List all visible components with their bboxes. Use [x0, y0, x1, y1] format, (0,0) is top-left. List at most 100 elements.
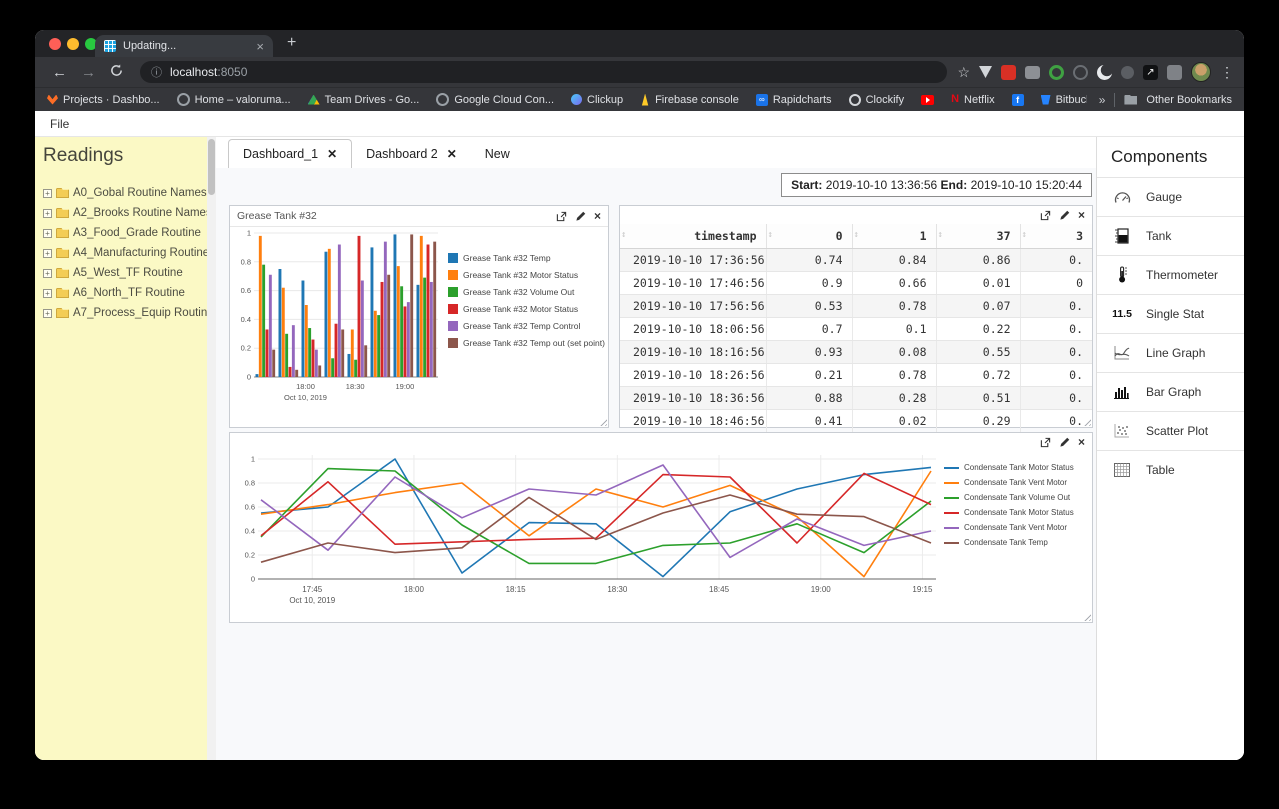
forward-icon[interactable]: → [81, 65, 96, 80]
sidebar-scrollbar[interactable] [207, 137, 216, 760]
legend-item[interactable]: Condensate Tank Motor Status [944, 508, 1074, 517]
sidebar-scrollbar-thumb[interactable] [208, 139, 215, 195]
legend-item[interactable]: Grease Tank #32 Motor Status [448, 304, 605, 314]
legend-item[interactable]: Condensate Tank Volume Out [944, 493, 1074, 502]
extension-info-icon[interactable] [1073, 64, 1088, 80]
bookmark-item[interactable]: Projects · Dashbo... [47, 94, 160, 106]
tab-close-icon[interactable]: × [256, 40, 264, 53]
sort-icon[interactable]: ↕ [621, 230, 626, 240]
column-header[interactable]: ↕ timestamp [620, 224, 767, 249]
kebab-menu-icon[interactable]: ⋮ [1220, 64, 1234, 81]
component-item-table[interactable]: Table [1097, 450, 1244, 489]
edit-icon[interactable] [575, 211, 586, 222]
tree-item[interactable]: + A3_Food_Grade Routine [43, 223, 204, 243]
expand-icon[interactable]: + [43, 248, 52, 258]
legend-item[interactable]: Condensate Tank Temp [944, 538, 1074, 547]
address-bar[interactable]: ⓘ localhost :8050 [140, 61, 948, 83]
table-row[interactable]: 2019-10-10 17:46:56 0.9 0.66 0.01 0 [620, 271, 1092, 295]
table-row[interactable]: 2019-10-10 18:36:56 0.88 0.28 0.51 0. [620, 386, 1092, 410]
edit-icon[interactable] [1059, 210, 1070, 221]
column-header[interactable]: ↕ 1 [852, 224, 937, 249]
tree-item[interactable]: + A5_West_TF Routine [43, 263, 204, 283]
refresh-icon[interactable] [110, 64, 123, 80]
component-item-line-graph[interactable]: Line Graph [1097, 333, 1244, 372]
expand-icon[interactable]: + [43, 288, 52, 298]
site-info-icon[interactable]: ⓘ [151, 64, 162, 80]
extension-red-icon[interactable] [1001, 64, 1016, 80]
bookmark-item[interactable]: Home – valoruma... [176, 93, 291, 106]
sort-icon[interactable]: ↕ [938, 230, 943, 240]
bookmark-item[interactable]: Clockify [848, 93, 904, 106]
component-item-gauge[interactable]: Gauge [1097, 177, 1244, 216]
back-icon[interactable]: ← [52, 65, 67, 80]
open-icon[interactable] [1040, 210, 1051, 221]
tree-item[interactable]: + A2_Brooks Routine Names [43, 203, 212, 223]
expand-icon[interactable]: + [43, 228, 52, 238]
close-icon[interactable]: × [1078, 209, 1085, 221]
expand-icon[interactable]: + [43, 208, 52, 218]
component-item-tank[interactable]: Tank [1097, 216, 1244, 255]
bookmark-item[interactable]: Clickup [571, 94, 623, 106]
legend-item[interactable]: Condensate Tank Motor Status [944, 463, 1074, 472]
table-row[interactable]: 2019-10-10 18:06:56 0.7 0.1 0.22 0. [620, 317, 1092, 341]
close-window-button[interactable] [49, 38, 61, 50]
table-row[interactable]: 2019-10-10 17:56:56 0.53 0.78 0.07 0. [620, 294, 1092, 318]
table-row[interactable]: 2019-10-10 18:26:56 0.21 0.78 0.72 0. [620, 363, 1092, 387]
tree-item[interactable]: + A0_Gobal Routine Names [43, 183, 207, 203]
bookmark-item[interactable]: f [1011, 93, 1024, 106]
new-tab-button[interactable]: + [287, 34, 296, 52]
component-item-scatter-plot[interactable]: Scatter Plot [1097, 411, 1244, 450]
resize-handle[interactable] [1082, 612, 1091, 621]
expand-icon[interactable]: + [43, 268, 52, 278]
legend-item[interactable]: Grease Tank #32 Volume Out [448, 287, 605, 297]
component-item-bar-graph[interactable]: Bar Graph [1097, 372, 1244, 411]
edit-icon[interactable] [1059, 437, 1070, 448]
open-icon[interactable] [556, 211, 567, 222]
bookmark-star-icon[interactable]: ☆ [957, 64, 970, 81]
bookmark-item[interactable]: Team Drives - Go... [307, 94, 419, 106]
extension-arrow-icon[interactable]: ↗ [1143, 64, 1158, 80]
extension-disabled-icon[interactable] [1121, 65, 1134, 79]
tab-close-icon[interactable]: ✕ [327, 147, 337, 161]
extension-gray-icon[interactable] [1167, 64, 1182, 80]
bookmark-item[interactable]: Google Cloud Con... [436, 93, 554, 106]
close-icon[interactable]: × [594, 210, 601, 222]
bookmark-item[interactable]: ∞ Rapidcharts [755, 93, 832, 106]
column-header[interactable]: ↕ 0 [766, 224, 853, 249]
legend-item[interactable]: Condensate Tank Vent Motor [944, 523, 1074, 532]
extension-camera-icon[interactable] [1025, 65, 1040, 79]
dashboard-tab[interactable]: Dashboard 2 ✕ [352, 139, 471, 168]
tree-item[interactable]: + A4_Manufacturing Routine [43, 243, 209, 263]
legend-item[interactable]: Grease Tank #32 Temp [448, 253, 605, 263]
table-row[interactable]: 2019-10-10 18:16:56 0.93 0.08 0.55 0. [620, 340, 1092, 364]
column-header[interactable]: ↕ 3 [1020, 224, 1092, 249]
expand-icon[interactable]: + [43, 308, 52, 318]
tree-item[interactable]: + A6_North_TF Routine [43, 283, 204, 303]
bookmark-item[interactable]: Firebase console [640, 93, 739, 106]
table-row[interactable]: 2019-10-10 17:36:56 0.74 0.84 0.86 0. [620, 248, 1092, 272]
table-row[interactable]: 2019-10-10 18:46:56 0.41 0.02 0.29 0. [620, 409, 1092, 433]
component-item-thermometer[interactable]: Thermometer [1097, 255, 1244, 294]
profile-avatar[interactable] [1191, 62, 1211, 82]
dashboard-tab[interactable]: Dashboard_1 ✕ [228, 139, 353, 168]
dark-mode-icon[interactable] [1097, 64, 1112, 80]
legend-item[interactable]: Grease Tank #32 Motor Status [448, 270, 605, 280]
bookmarks-overflow-icon[interactable]: » [1099, 93, 1106, 107]
bookmark-item[interactable] [921, 94, 935, 105]
tab-close-icon[interactable]: ✕ [447, 147, 457, 161]
browser-tab[interactable]: Updating... × [95, 35, 273, 57]
legend-item[interactable]: Grease Tank #32 Temp out (set point) [448, 338, 605, 348]
resize-handle[interactable] [598, 417, 607, 426]
other-bookmarks-button[interactable]: Other Bookmarks [1146, 94, 1232, 106]
legend-item[interactable]: Condensate Tank Vent Motor [944, 478, 1074, 487]
dashboard-tab[interactable]: New [471, 139, 524, 168]
sort-icon[interactable]: ↕ [768, 230, 773, 240]
file-menu[interactable]: File [50, 117, 69, 131]
open-icon[interactable] [1040, 437, 1051, 448]
column-header[interactable]: ↕ 37 [936, 224, 1021, 249]
close-icon[interactable]: × [1078, 436, 1085, 448]
bookmark-item[interactable]: N Netflix [951, 94, 995, 106]
component-item-single-stat[interactable]: 11.5 Single Stat [1097, 294, 1244, 333]
sort-icon[interactable]: ↕ [1022, 230, 1027, 240]
tree-item[interactable]: + A7_Process_Equip Routine [43, 303, 214, 323]
